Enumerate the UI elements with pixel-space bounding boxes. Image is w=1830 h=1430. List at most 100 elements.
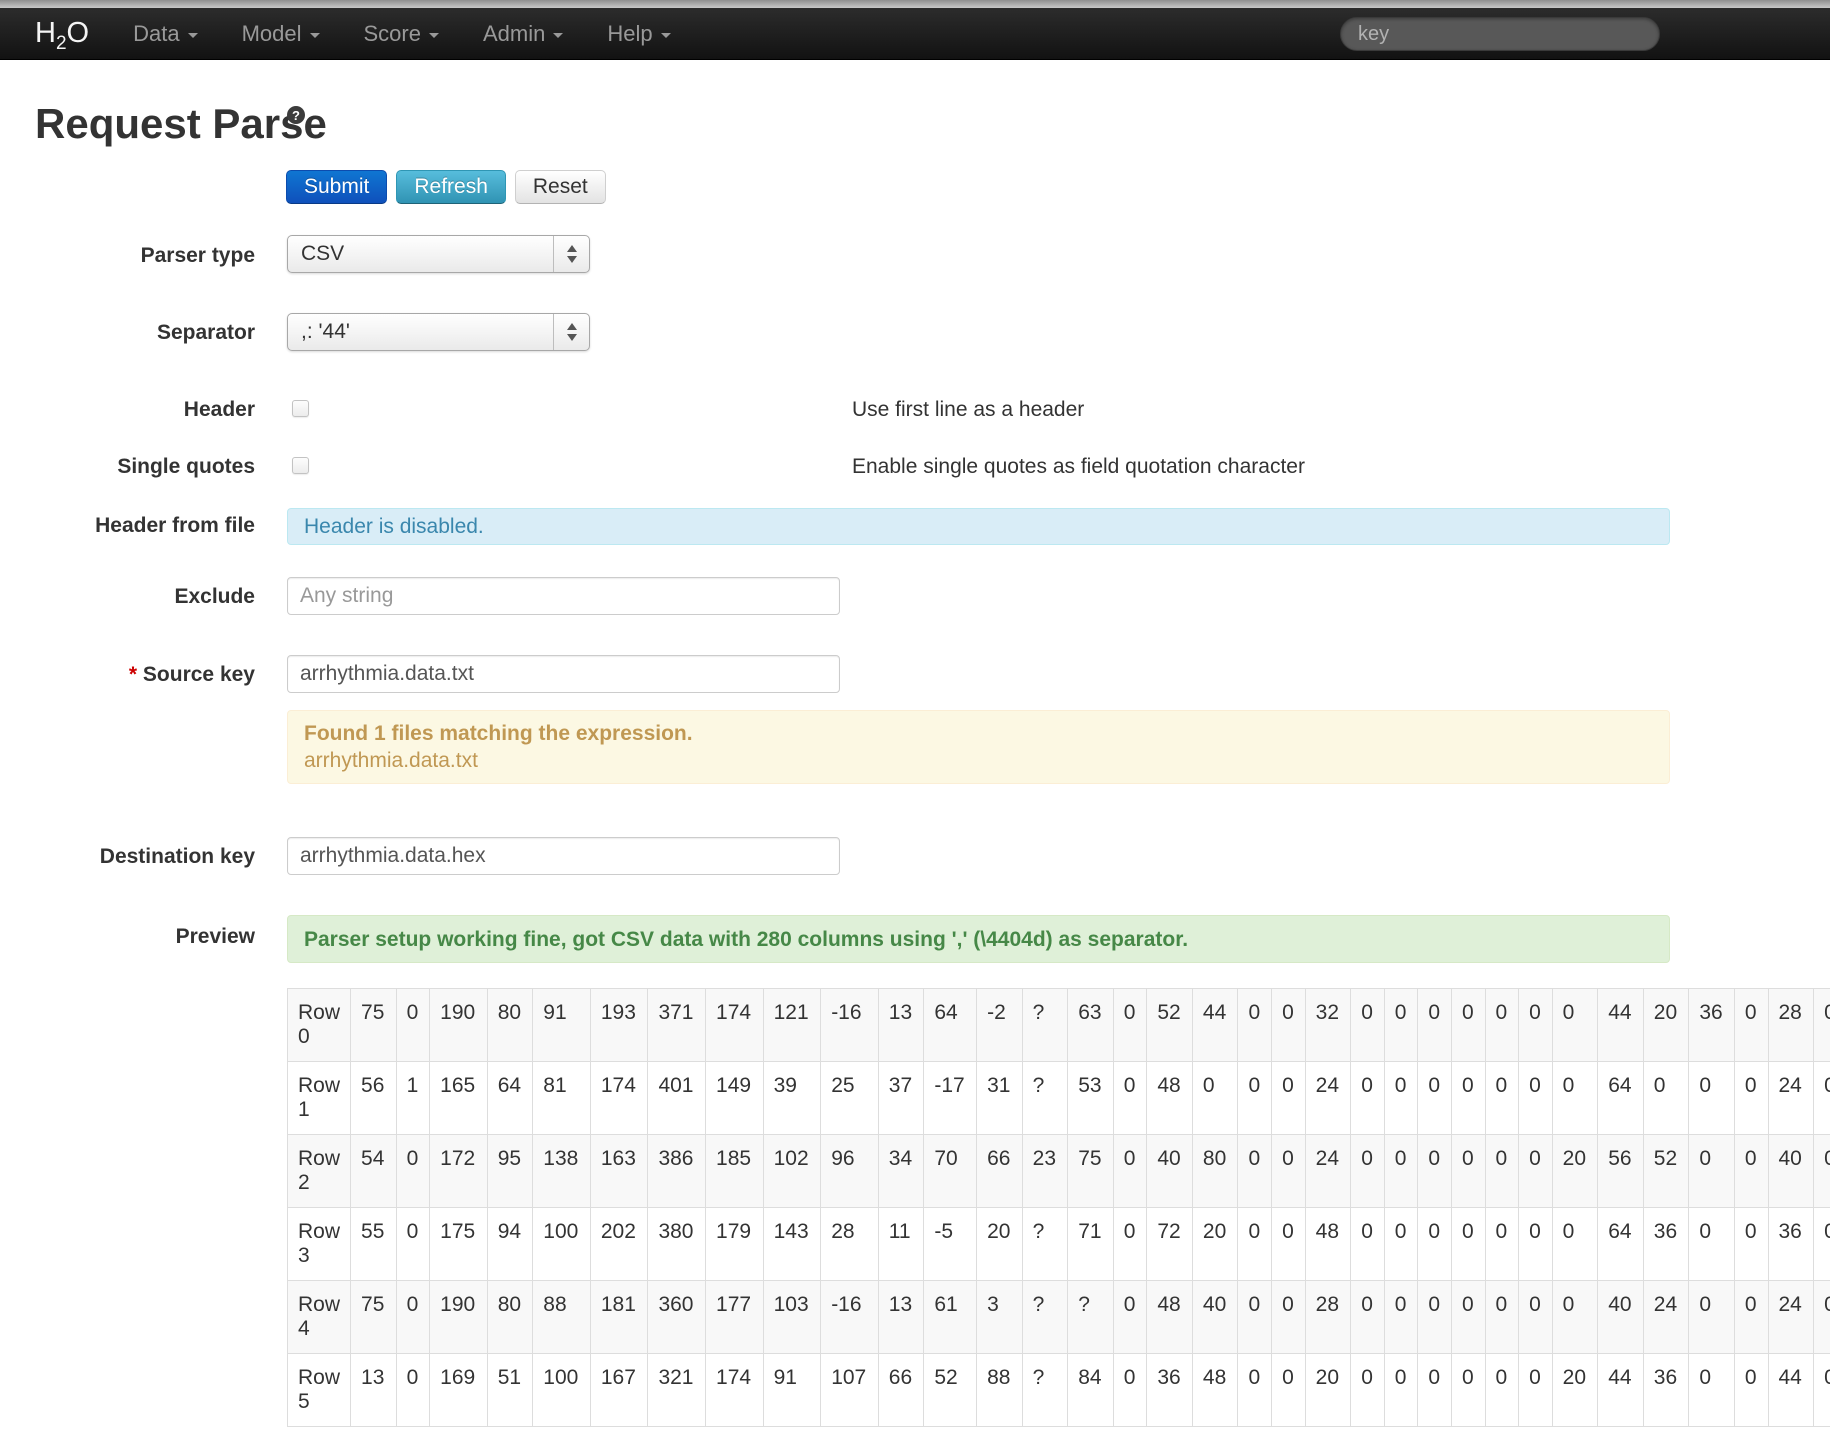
help-icon[interactable]: ?: [287, 106, 305, 124]
table-cell: 0: [1237, 1061, 1273, 1135]
table-cell: 0: [1813, 1353, 1830, 1427]
key-search-input[interactable]: [1340, 17, 1660, 51]
table-cell: 102: [762, 1134, 822, 1208]
nav-item-admin[interactable]: Admin: [461, 8, 585, 60]
top-navbar: H2O Data Model Score Admin Help: [0, 8, 1830, 60]
table-row: Row 5 13 0 169 51 100 167 321 174 91 107 66 52 88? 84 0…: [287, 1353, 1830, 1427]
table-cell: 44: [1597, 1353, 1644, 1427]
table-cell: 0: [1450, 1353, 1486, 1427]
table-cell: 81: [532, 1061, 591, 1135]
table-cell: 0: [1551, 1207, 1599, 1281]
table-cell: 0: [1518, 1061, 1553, 1135]
separator-select[interactable]: ,: '44': [287, 313, 590, 351]
preview-table-container[interactable]: Row 0 75 0 190 80 91 193 371 174 121 -16 13 64 -2? 63 0…: [287, 988, 1830, 1428]
exclude-input[interactable]: [287, 577, 840, 615]
table-cell: ?: [1021, 1207, 1069, 1281]
table-cell: 0: [1271, 1207, 1306, 1281]
table-cell: 181: [589, 1280, 649, 1354]
table-cell: 0: [1112, 1207, 1148, 1281]
table-cell: 0: [1271, 1134, 1306, 1208]
table-cell: 0: [1112, 1280, 1148, 1354]
nav-item-score[interactable]: Score: [342, 8, 461, 60]
table-cell: 138: [532, 1134, 591, 1208]
table-cell: 0: [1484, 988, 1520, 1062]
row-label-cell: Row 2: [287, 1134, 352, 1208]
table-cell: 0: [1813, 1280, 1830, 1354]
chevron-down-icon: [187, 32, 198, 38]
table-cell: 0: [1237, 1353, 1273, 1427]
submit-button[interactable]: Submit: [286, 170, 388, 204]
table-cell: 0: [1417, 1280, 1452, 1354]
table-cell: 64: [923, 988, 978, 1062]
table-cell: 61: [923, 1280, 978, 1354]
table-cell: 3: [976, 1280, 1023, 1354]
table-cell: 0: [1518, 1353, 1553, 1427]
table-cell: 321: [647, 1353, 707, 1427]
single-quotes-checkbox[interactable]: [292, 457, 309, 474]
chevron-down-icon: [553, 32, 564, 38]
table-cell: 91: [762, 1353, 822, 1427]
table-cell: ?: [1021, 988, 1069, 1062]
refresh-button[interactable]: Refresh: [396, 170, 506, 204]
row-label-cell: Row 4: [287, 1280, 352, 1354]
table-cell: 44: [1191, 988, 1239, 1062]
table-cell: 103: [762, 1280, 822, 1354]
table-cell: 100: [532, 1353, 591, 1427]
table-cell: 202: [589, 1207, 649, 1281]
table-cell: 20: [1642, 988, 1690, 1062]
table-cell: ?: [1021, 1353, 1069, 1427]
table-cell: 36: [1688, 988, 1735, 1062]
table-cell: ?: [1067, 1280, 1114, 1354]
header-checkbox[interactable]: [292, 400, 309, 417]
source-key-label: * Source key: [0, 663, 255, 687]
table-cell: 40: [1191, 1280, 1239, 1354]
nav-item-help[interactable]: Help: [585, 8, 692, 60]
table-cell: 0: [1350, 1207, 1385, 1281]
h2o-logo[interactable]: H2O: [35, 17, 89, 53]
nav-item-model[interactable]: Model: [220, 8, 342, 60]
chevron-down-icon: [309, 32, 320, 38]
table-cell: 40: [1146, 1134, 1193, 1208]
table-cell: 36: [1642, 1207, 1690, 1281]
table-cell: 0: [1237, 1134, 1273, 1208]
reset-button[interactable]: Reset: [514, 170, 606, 204]
table-cell: -2: [976, 988, 1023, 1062]
table-cell: 48: [1191, 1353, 1239, 1427]
table-cell: 0: [1551, 988, 1599, 1062]
table-cell: ?: [1021, 1061, 1069, 1135]
table-cell: 63: [1067, 988, 1114, 1062]
table-cell: 0: [1112, 1061, 1148, 1135]
parser-type-select[interactable]: CSV: [287, 235, 590, 273]
table-cell: 20: [976, 1207, 1023, 1281]
table-cell: 0: [1688, 1353, 1735, 1427]
table-cell: 121: [762, 988, 822, 1062]
table-cell: 23: [1021, 1134, 1069, 1208]
table-cell: 64: [486, 1061, 534, 1135]
table-cell: 0: [395, 988, 431, 1062]
table-row: Row 0 75 0 190 80 91 193 371 174 121 -16 13 64 -2? 63 0…: [287, 988, 1830, 1062]
table-cell: 169: [429, 1353, 488, 1427]
table-cell: 20: [1551, 1353, 1599, 1427]
preview-table-body: Row 0 75 0 190 80 91 193 371 174 121 -16 13 64 -2? 63 0…: [287, 988, 1830, 1427]
nav-item-label: Admin: [482, 20, 546, 46]
table-cell: 193: [589, 988, 649, 1062]
table-cell: 380: [647, 1207, 707, 1281]
table-cell: 0: [1733, 1134, 1769, 1208]
table-cell: 13: [350, 1353, 397, 1427]
table-cell: 0: [1237, 1280, 1273, 1354]
destination-key-input[interactable]: [287, 837, 840, 875]
page-title: Request Parse: [35, 100, 327, 147]
row-label-cell: Row 5: [287, 1353, 352, 1427]
logo-sub: 2: [55, 32, 67, 54]
table-cell: 0: [1450, 1207, 1486, 1281]
files-matching-title: Found 1 files matching the expression.: [304, 722, 693, 745]
table-cell: 96: [820, 1134, 879, 1208]
table-cell: 0: [1733, 988, 1769, 1062]
source-key-input[interactable]: [287, 655, 840, 693]
table-cell: 0: [1417, 988, 1452, 1062]
nav-item-data[interactable]: Data: [111, 8, 219, 60]
table-cell: 149: [705, 1061, 764, 1135]
destination-key-label: Destination key: [99, 845, 255, 868]
table-cell: ?: [1021, 1280, 1069, 1354]
table-cell: 0: [1191, 1061, 1239, 1135]
